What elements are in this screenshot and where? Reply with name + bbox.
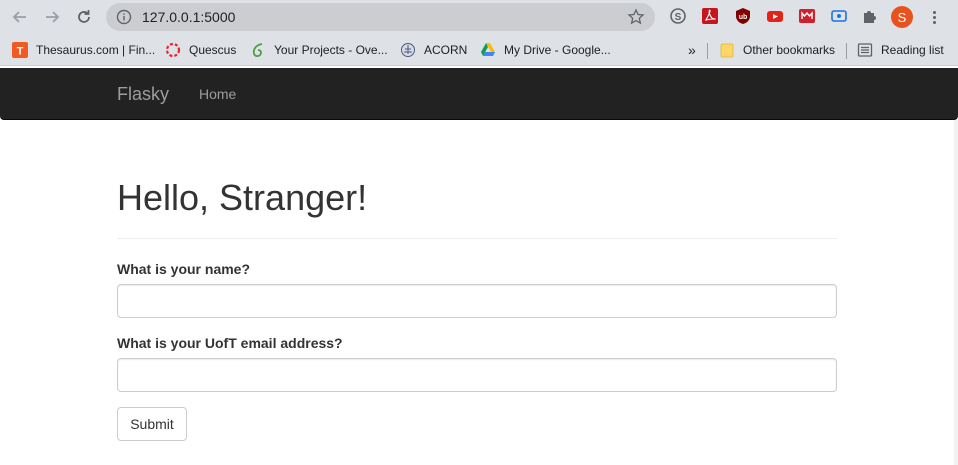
svg-text:S: S	[675, 12, 682, 23]
bookmark-google-drive[interactable]: My Drive - Google...	[480, 40, 611, 60]
bookmark-overleaf[interactable]: Your Projects - Ove...	[250, 40, 388, 60]
profile-avatar[interactable]: S	[891, 6, 913, 28]
bookmark-label: ACORN	[424, 43, 468, 57]
page-title: Hello, Stranger!	[117, 177, 368, 218]
email-label: What is your UofT email address?	[117, 335, 343, 351]
reading-list-button[interactable]: Reading list	[857, 40, 944, 60]
back-button[interactable]	[8, 5, 32, 29]
folder-icon	[719, 42, 735, 58]
address-bar[interactable]: 127.0.0.1:5000	[106, 3, 655, 31]
browser-menu-icon[interactable]	[928, 7, 940, 27]
forward-button[interactable]	[40, 5, 64, 29]
bookmarks-overflow-button[interactable]: »	[688, 40, 696, 60]
bookmark-thesaurus[interactable]: T Thesaurus.com | Fin...	[12, 40, 155, 60]
url-text: 127.0.0.1:5000	[142, 9, 236, 25]
bookmark-star-icon[interactable]	[627, 8, 645, 31]
youtube-extension-icon[interactable]	[766, 7, 784, 25]
name-label: What is your name?	[117, 261, 251, 277]
screen-capture-extension-icon[interactable]	[830, 7, 848, 25]
browser-toolbar: 127.0.0.1:5000 S ub S	[0, 0, 958, 34]
bookmark-label: My Drive - Google...	[504, 43, 611, 57]
quercus-icon	[165, 42, 181, 58]
submit-button[interactable]: Submit	[117, 407, 187, 441]
bookmarks-divider	[707, 43, 708, 59]
reading-list-icon	[857, 42, 873, 58]
google-drive-icon	[480, 42, 496, 58]
thesaurus-icon: T	[12, 42, 28, 58]
bookmark-label: Thesaurus.com | Fin...	[36, 43, 156, 57]
skype-extension-icon[interactable]: S	[669, 7, 687, 25]
extensions-puzzle-icon[interactable]	[861, 7, 879, 25]
bookmark-label: Quescus	[189, 43, 237, 57]
overleaf-icon	[250, 42, 266, 58]
svg-text:T: T	[17, 46, 24, 58]
reload-button[interactable]	[72, 5, 96, 29]
name-input[interactable]	[117, 284, 837, 318]
bookmark-label: Your Projects - Ove...	[274, 43, 388, 57]
ublock-extension-icon[interactable]: ub	[734, 7, 752, 25]
email-input[interactable]	[117, 358, 837, 392]
mendeley-extension-icon[interactable]	[798, 7, 816, 25]
reading-list-label: Reading list	[881, 43, 944, 57]
header-divider	[117, 238, 837, 239]
bookmark-quercus[interactable]: Quescus	[165, 40, 236, 60]
bookmarks-divider	[846, 43, 847, 59]
svg-text:ub: ub	[739, 14, 748, 21]
other-bookmarks-label: Other bookmarks	[743, 43, 836, 57]
forward-arrow-icon	[46, 11, 60, 23]
nav-home-link[interactable]: Home	[199, 86, 236, 102]
back-arrow-icon	[12, 11, 26, 23]
reload-icon	[78, 10, 90, 23]
bookmark-acorn[interactable]: ACORN	[400, 40, 467, 60]
site-info-icon[interactable]	[116, 9, 132, 30]
navbar-brand-link[interactable]: Flasky	[117, 84, 169, 105]
acrobat-extension-icon[interactable]	[701, 7, 719, 25]
bookmarks-bar: T Thesaurus.com | Fin... Quescus Your Pr…	[0, 34, 958, 66]
site-navbar: Flasky Home	[0, 68, 958, 120]
acorn-icon	[400, 42, 416, 58]
other-bookmarks-folder[interactable]: Other bookmarks	[719, 40, 835, 60]
scrollbar-track[interactable]	[954, 120, 958, 465]
